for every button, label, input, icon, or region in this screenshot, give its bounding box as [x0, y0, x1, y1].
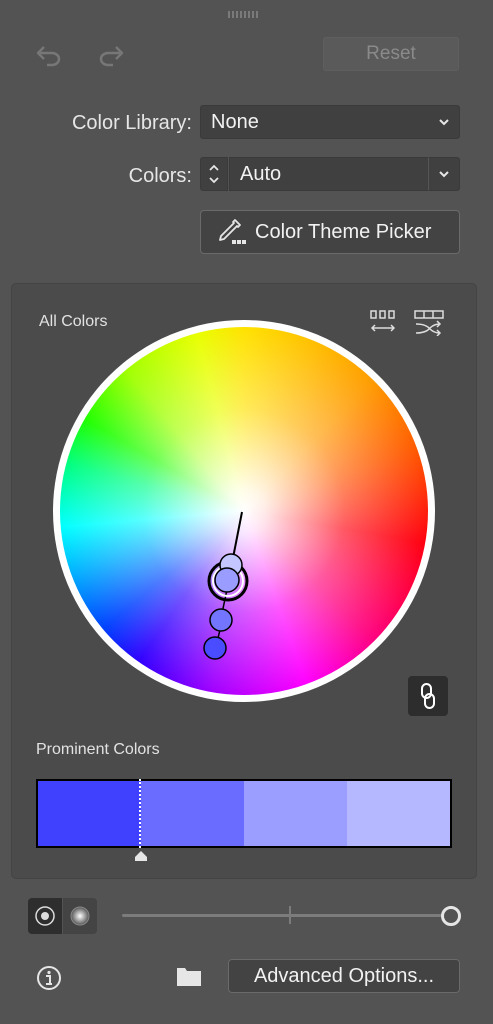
reset-button[interactable]: Reset: [323, 37, 459, 71]
panel-grip[interactable]: [228, 11, 260, 18]
slider-center-tick: [289, 906, 291, 924]
eyedropper-icon: [219, 219, 246, 244]
colors-label: Colors:: [128, 165, 192, 187]
color-theme-picker-label: Color Theme Picker: [255, 220, 432, 243]
distribute-evenly-icon[interactable]: [368, 308, 400, 336]
undo-icon: [36, 46, 61, 67]
link-harmony-button[interactable]: [408, 676, 448, 716]
color-library-value: None: [211, 110, 259, 133]
info-icon[interactable]: [36, 965, 62, 991]
link-icon: [421, 683, 435, 709]
chevron-down-icon: [439, 171, 449, 178]
prominent-color-swatch[interactable]: [38, 781, 141, 846]
colors-input[interactable]: Auto: [229, 157, 429, 191]
colors-value: Auto: [240, 162, 282, 185]
prominent-color-swatch[interactable]: [244, 781, 347, 846]
chevron-down-icon: [439, 119, 449, 126]
brightness-slider-track[interactable]: [122, 914, 442, 917]
undo-button[interactable]: [34, 40, 64, 70]
slider-marker-icon[interactable]: [133, 850, 149, 862]
all-colors-label: All Colors: [39, 313, 108, 330]
redo-button[interactable]: [96, 40, 126, 70]
redo-icon: [99, 46, 124, 67]
prominent-colors-bar[interactable]: [36, 779, 452, 848]
prominent-color-swatch[interactable]: [141, 781, 244, 846]
saturation-brightness-mode-button[interactable]: [28, 898, 62, 934]
prominent-color-swatch[interactable]: [347, 781, 450, 846]
advanced-options-button[interactable]: Advanced Options...: [228, 959, 460, 993]
color-library-select[interactable]: None: [200, 105, 460, 139]
prominent-colors-label: Prominent Colors: [36, 741, 160, 758]
hue-brightness-mode-icon: [70, 906, 90, 926]
color-theme-picker-button[interactable]: Color Theme Picker: [200, 210, 460, 254]
folder-icon[interactable]: [176, 965, 202, 987]
saturation-brightness-mode-icon: [35, 906, 55, 926]
prominent-divider-line: [139, 779, 141, 848]
colors-stepper[interactable]: [200, 157, 228, 191]
hue-brightness-mode-button[interactable]: [63, 898, 97, 934]
color-library-label: Color Library:: [71, 112, 192, 134]
colors-dropdown-button[interactable]: [428, 157, 460, 191]
stepper-arrows-icon: [209, 164, 219, 184]
randomize-colors-icon[interactable]: [412, 308, 446, 336]
color-wheel[interactable]: [60, 327, 428, 695]
brightness-slider-thumb[interactable]: [441, 906, 461, 926]
